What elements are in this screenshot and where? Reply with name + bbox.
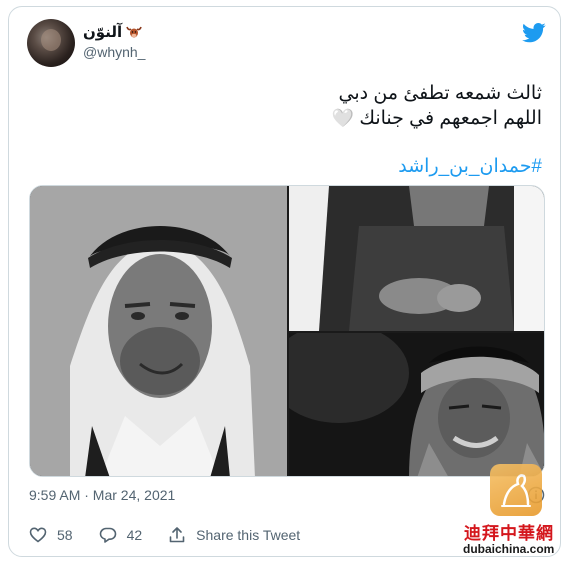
watermark-url: dubaichina.com: [463, 542, 555, 556]
display-name-row[interactable]: آلنوّن: [83, 23, 142, 41]
tweet-line-2-text: اللهم اجمعهم في جنانك: [359, 108, 542, 129]
display-name[interactable]: آلنوّن: [83, 23, 122, 41]
hands-illustration: [289, 186, 544, 331]
photo-keffiyeh[interactable]: [289, 333, 544, 476]
like-button[interactable]: 58: [29, 526, 73, 544]
twitter-icon[interactable]: [522, 23, 546, 43]
white-heart-icon: 🤍: [331, 108, 355, 128]
photo-hands[interactable]: [289, 186, 544, 331]
bull-icon: [126, 26, 142, 38]
watermark-logo-icon: [490, 464, 542, 516]
media-grid: [29, 185, 545, 477]
share-label: Share this Tweet: [196, 527, 301, 543]
watermark-chinese-text: 迪拜中華網: [464, 524, 554, 544]
reply-count: 42: [126, 527, 143, 543]
avatar[interactable]: [27, 19, 75, 67]
tweet-text: ثالث شمعه تطفئ من دبي اللهم اجمعهم في جن…: [42, 81, 542, 131]
portrait-illustration: [30, 186, 287, 476]
tweet-card: آلنوّن @whynh_ ثالث شمعه تطفئ من دبي الل…: [8, 6, 561, 557]
like-count: 58: [57, 527, 73, 543]
tweet-timestamp[interactable]: 9:59 AM · Mar 24, 2021: [29, 487, 175, 503]
tweet-line-1: ثالث شمعه تطفئ من دبي: [338, 83, 542, 104]
heart-icon: [29, 527, 47, 543]
reply-button[interactable]: 42: [99, 526, 143, 544]
watermark-camel-icon: [501, 474, 531, 507]
share-icon: [169, 527, 185, 543]
share-button[interactable]: Share this Tweet: [168, 526, 300, 544]
tweet-actions: 58 42 Share this Tweet: [29, 526, 326, 544]
hashtag-link[interactable]: #حمدان_بن_راشد: [398, 155, 542, 178]
photo-portrait[interactable]: [30, 186, 287, 476]
reply-icon: [99, 527, 116, 543]
keffiyeh-illustration: [289, 333, 544, 476]
tweet-line-2: اللهم اجمعهم في جنانك 🤍: [42, 106, 542, 131]
user-handle[interactable]: @whynh_: [83, 44, 145, 60]
